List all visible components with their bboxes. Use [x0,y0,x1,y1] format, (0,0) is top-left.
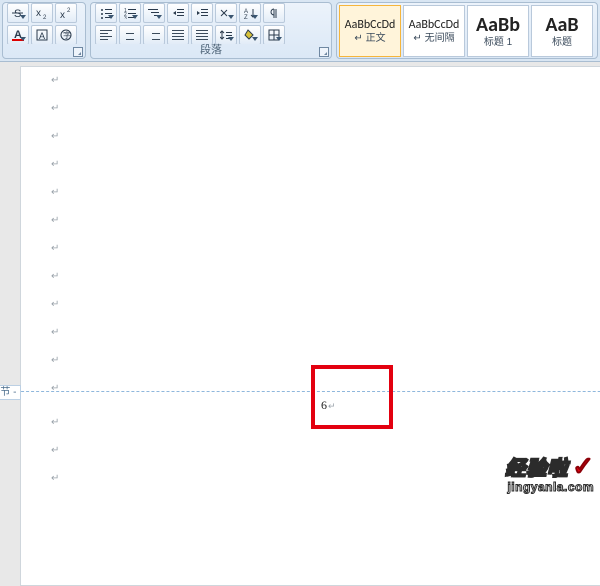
decrease-indent-button[interactable] [167,3,189,23]
paragraph-mark: ↵ [51,159,59,170]
paragraph-mark: ↵ [51,417,59,428]
svg-text:A: A [39,31,45,41]
page[interactable]: ↵ ↵ ↵ ↵ ↵ ↵ ↵ ↵ ↵ ↵ ↵ ↵ 2 节 - 6 ↵ ↵ ↵ [20,66,600,586]
font-panel: S x2 x2 A A [2,2,86,59]
font-color-button[interactable]: A [7,25,29,45]
paragraph-mark: ↵ [51,103,59,114]
style-sample: AaBb [476,15,520,35]
style-sample: AaB [545,15,578,35]
paragraph-mark: ↵ [51,131,59,142]
styles-panel: AaBbCcDd ↵ 正文 AaBbCcDd ↵ 无间隔 AaBb 标题 1 AaB 标题 [336,2,598,59]
styles-gallery[interactable]: AaBbCcDd ↵ 正文 AaBbCcDd ↵ 无间隔 AaBb 标题 1 AaB 标题 [337,3,597,59]
asian-layout-button[interactable] [215,3,237,23]
align-justify-button[interactable] [167,25,189,45]
shading-button[interactable] [239,25,261,45]
sort-button[interactable]: AZ [239,3,261,23]
svg-text:2: 2 [67,8,71,14]
line-spacing-button[interactable] [215,25,237,45]
paragraph-mark: ↵ [51,355,59,366]
style-item[interactable]: AaBbCcDd ↵ 无间隔 [403,5,465,57]
paragraph-mark: ↵ [51,187,59,198]
paragraph-mark: ↵ [51,215,59,226]
style-name: 标题 1 [484,38,512,48]
multilevel-list-button[interactable] [143,3,165,23]
svg-text:x: x [36,8,41,19]
char-border-button[interactable]: A [31,25,53,45]
superscript-button[interactable]: x2 [55,3,77,23]
subscript-button[interactable]: x2 [31,3,53,23]
svg-text:2: 2 [43,15,47,19]
numbered-list-button[interactable]: 123 [119,3,141,23]
show-marks-button[interactable] [263,3,285,23]
paragraph-mark: ↵ [51,75,59,86]
style-name: ↵ 正文 [354,34,385,44]
paragraph-mark: ↵ [51,327,59,338]
section-break: 2 节 - 6 [1,391,600,405]
paragraph-mark: ↵ [51,473,59,484]
svg-text:字: 字 [63,30,71,40]
strikethrough-button[interactable]: S [7,3,29,23]
paragraph-panel: 123 AZ [90,2,332,59]
bullet-list-button[interactable] [95,3,117,23]
svg-text:3: 3 [124,16,127,19]
section-break-label: 2 节 - [0,385,21,400]
font-dialog-launcher[interactable] [73,47,83,57]
borders-button[interactable] [263,25,285,45]
paragraph-mark: ↵ [51,299,59,310]
paragraph-mark: ↵ [51,445,59,456]
document-area[interactable]: ↵ ↵ ↵ ↵ ↵ ↵ ↵ ↵ ↵ ↵ ↵ ↵ 2 节 - 6 ↵ ↵ ↵ [0,62,600,500]
style-name: ↵ 无间隔 [413,34,454,44]
style-item[interactable]: AaB 标题 [531,5,593,57]
style-sample: AaBbCcDd [409,19,460,31]
svg-text:x: x [60,10,65,19]
align-distributed-button[interactable] [191,25,213,45]
style-sample: AaBbCcDd [345,19,396,31]
paragraph-mark: ↵ [51,271,59,282]
style-item[interactable]: AaBb 标题 1 [467,5,529,57]
paragraph-dialog-launcher[interactable] [319,47,329,57]
align-center-button[interactable] [119,25,141,45]
style-item[interactable]: AaBbCcDd ↵ 正文 [339,5,401,57]
style-name: 标题 [552,38,572,48]
align-right-button[interactable] [143,25,165,45]
enclose-char-button[interactable]: 字 [55,25,77,45]
align-left-button[interactable] [95,25,117,45]
paragraph-mark: ↵ [51,243,59,254]
highlight-box [311,365,393,429]
increase-indent-button[interactable] [191,3,213,23]
ribbon: S x2 x2 A A [0,0,600,62]
svg-text:Z: Z [244,15,248,19]
paragraph-panel-label: 段落 [200,44,222,56]
